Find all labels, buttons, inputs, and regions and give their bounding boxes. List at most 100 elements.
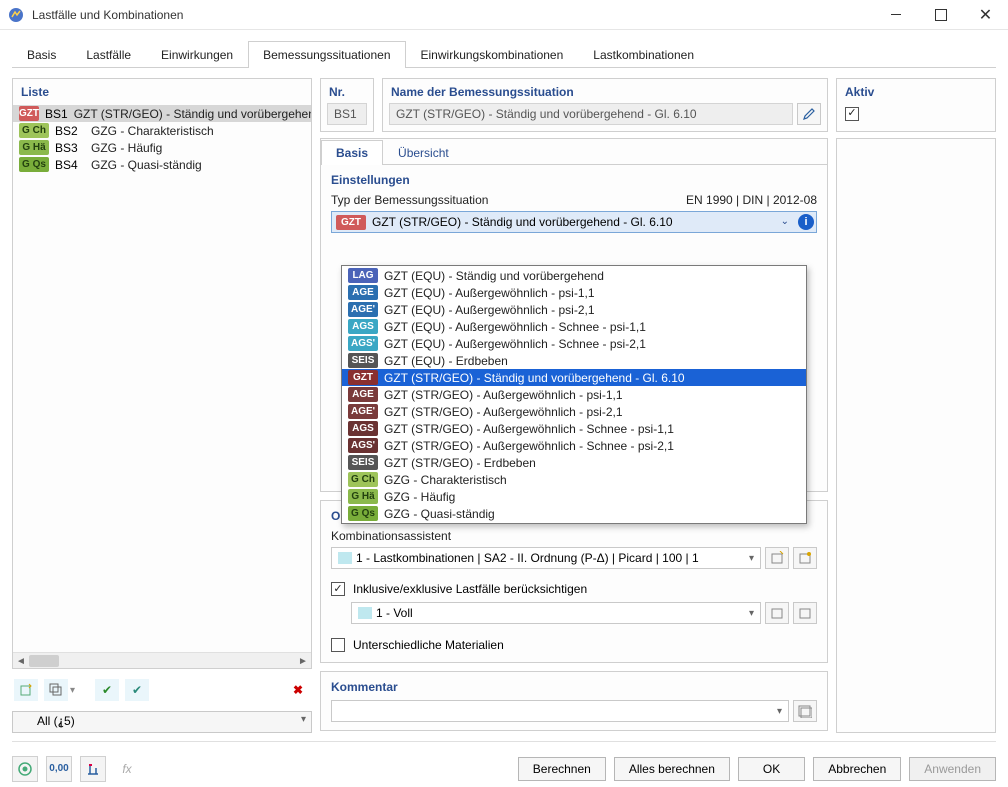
dropdown-item-label: GZT (STR/GEO) - Erdbeben: [384, 456, 536, 470]
dropdown-item[interactable]: AGSGZT (STR/GEO) - Außergewöhnlich - Sch…: [342, 420, 806, 437]
subtabs: BasisÜbersicht: [321, 139, 827, 165]
structure-button[interactable]: [80, 756, 106, 782]
assistant-combo[interactable]: 1 - Lastkombinationen | SA2 - II. Ordnun…: [331, 547, 761, 569]
calculate-all-button[interactable]: Alles berechnen: [614, 757, 730, 781]
edit-name-button[interactable]: [797, 103, 821, 125]
comment-combo[interactable]: ▾: [331, 700, 789, 722]
dropdown-item[interactable]: SEISGZT (STR/GEO) - Erdbeben: [342, 454, 806, 471]
tab-lastkombinationen[interactable]: Lastkombinationen: [578, 41, 709, 68]
type-dropdown[interactable]: LAGGZT (EQU) - Ständig und vorübergehend…: [341, 265, 807, 524]
check-teal-button[interactable]: ✔: [125, 679, 149, 701]
scroll-thumb[interactable]: [29, 655, 59, 667]
list-title: Liste: [13, 79, 311, 103]
window-title: Lastfälle und Kombinationen: [32, 8, 873, 22]
tab-lastfälle[interactable]: Lastfälle: [71, 41, 146, 68]
scroll-right-icon[interactable]: ►: [295, 653, 311, 669]
dropdown-item[interactable]: AGE' GZT (EQU) - Außergewöhnlich - psi-2,…: [342, 301, 806, 318]
include-checkbox[interactable]: [331, 582, 345, 596]
dropdown-item[interactable]: G QsGZG - Quasi-ständig: [342, 505, 806, 522]
list-hscrollbar[interactable]: ◄ ►: [13, 652, 311, 668]
include-combo[interactable]: 1 - Voll ▾: [351, 602, 761, 624]
cancel-button[interactable]: Abbrechen: [813, 757, 901, 781]
dropdown-item-label: GZG - Charakteristisch: [384, 473, 507, 487]
filter-combo-wrap[interactable]: All (⸘5) ▾: [12, 711, 312, 733]
dropdown-item[interactable]: AGEGZT (EQU) - Außergewöhnlich - psi-1,1: [342, 284, 806, 301]
chevron-down-icon: ▾: [301, 714, 306, 725]
list-item[interactable]: G HäBS3GZG - Häufig: [13, 139, 311, 156]
list-item-code: BS4: [55, 158, 85, 172]
materials-label: Unterschiedliche Materialien: [353, 638, 504, 652]
main-tabs: BasisLastfälleEinwirkungenBemessungssitu…: [12, 40, 996, 68]
help-button[interactable]: [12, 756, 38, 782]
new-item-button[interactable]: [14, 679, 38, 701]
filter-combo[interactable]: All (⸘5): [12, 711, 312, 733]
type-combo[interactable]: GZT GZT (STR/GEO) - Ständig und vorüberg…: [331, 211, 817, 233]
units-button[interactable]: 0,00: [46, 756, 72, 782]
dropdown-item-tag: GZT: [348, 370, 378, 385]
list-item-tag: GZT: [19, 106, 39, 121]
titlebar: Lastfälle und Kombinationen ✕: [0, 0, 1008, 30]
dropdown-item-tag: AGE': [348, 302, 378, 317]
materials-checkbox[interactable]: [331, 638, 345, 652]
close-button[interactable]: ✕: [963, 0, 1008, 30]
name-field[interactable]: GZT (STR/GEO) - Ständig und vorübergehen…: [389, 103, 793, 125]
dropdown-item-tag: AGS: [348, 421, 378, 436]
list-item[interactable]: G QsBS4GZG - Quasi-ständig: [13, 156, 311, 173]
include-edit-button[interactable]: [793, 602, 817, 624]
nr-value: BS1: [327, 103, 367, 125]
tab-bemessungssituationen[interactable]: Bemessungssituationen: [248, 41, 405, 68]
dropdown-item[interactable]: G Ch GZG - Charakteristisch: [342, 471, 806, 488]
dropdown-item[interactable]: GZTGZT (STR/GEO) - Ständig und vorüberge…: [342, 369, 806, 386]
list-item-tag: G Qs: [19, 157, 49, 172]
settings-title: Einstellungen: [321, 165, 827, 193]
assistant-edit-button[interactable]: [793, 547, 817, 569]
list-item-label: GZT (STR/GEO) - Ständig und vorübergehen…: [74, 107, 311, 121]
dropdown-item[interactable]: AGEGZT (STR/GEO) - Außergewöhnlich - psi…: [342, 386, 806, 403]
dropdown-item-label: GZT (EQU) - Außergewöhnlich - Schnee - p…: [384, 320, 646, 334]
tab-einwirkungskombinationen[interactable]: Einwirkungskombinationen: [406, 41, 579, 68]
list-item[interactable]: G ChBS2GZG - Charakteristisch: [13, 122, 311, 139]
comment-pick-button[interactable]: [793, 700, 817, 722]
list-item-label: GZG - Charakteristisch: [91, 124, 214, 138]
settings-section: Einstellungen Typ der Bemessungssituatio…: [321, 165, 827, 491]
tab-einwirkungen[interactable]: Einwirkungen: [146, 41, 248, 68]
delete-button[interactable]: ✖: [286, 679, 310, 701]
dropdown-item[interactable]: G HäGZG - Häufig: [342, 488, 806, 505]
function-button[interactable]: fx: [114, 756, 140, 782]
dropdown-item-label: GZT (EQU) - Außergewöhnlich - psi-2,1: [384, 303, 595, 317]
info-button[interactable]: i: [795, 211, 817, 233]
active-checkbox[interactable]: [845, 107, 859, 121]
assistant-new-button[interactable]: [765, 547, 789, 569]
maximize-button[interactable]: [918, 0, 963, 30]
subtab-übersicht[interactable]: Übersicht: [383, 140, 464, 165]
tab-basis[interactable]: Basis: [12, 41, 71, 68]
dropdown-item[interactable]: AGSGZT (EQU) - Außergewöhnlich - Schnee …: [342, 318, 806, 335]
minimize-button[interactable]: [873, 0, 918, 30]
info-icon: i: [798, 214, 814, 230]
assistant-label: Kombinationsassistent: [321, 529, 827, 547]
norm-label: EN 1990 | DIN | 2012-08: [686, 193, 817, 207]
scroll-left-icon[interactable]: ◄: [13, 653, 29, 669]
list-item[interactable]: GZTBS1GZT (STR/GEO) - Ständig und vorübe…: [13, 105, 311, 122]
list-toolbar: ▾ ✔ ✔ ✖: [12, 675, 312, 705]
dropdown-item[interactable]: SEISGZT (EQU) - Erdbeben: [342, 352, 806, 369]
swatch-icon: [358, 607, 372, 619]
include-new-button[interactable]: [765, 602, 789, 624]
active-title: Aktiv: [837, 79, 995, 103]
dropdown-item-tag: G Ch: [348, 472, 378, 487]
dropdown-item[interactable]: LAGGZT (EQU) - Ständig und vorübergehend: [342, 267, 806, 284]
list-item-tag: G Ch: [19, 123, 49, 138]
dropdown-item[interactable]: AGS'GZT (STR/GEO) - Außergewöhnlich - Sc…: [342, 437, 806, 454]
app-icon: [8, 7, 24, 23]
dropdown-item-tag: AGS': [348, 438, 378, 453]
dropdown-item[interactable]: AGS'GZT (EQU) - Außergewöhnlich - Schnee…: [342, 335, 806, 352]
dropdown-caret-icon[interactable]: ▾: [70, 685, 75, 696]
dropdown-item[interactable]: AGE'GZT (STR/GEO) - Außergewöhnlich - ps…: [342, 403, 806, 420]
calculate-button[interactable]: Berechnen: [518, 757, 606, 781]
copy-item-button[interactable]: [44, 679, 68, 701]
ok-button[interactable]: OK: [738, 757, 805, 781]
name-title: Name der Bemessungssituation: [383, 79, 827, 103]
check-green-button[interactable]: ✔: [95, 679, 119, 701]
list-body[interactable]: GZTBS1GZT (STR/GEO) - Ständig und vorübe…: [13, 103, 311, 652]
subtab-basis[interactable]: Basis: [321, 140, 383, 165]
